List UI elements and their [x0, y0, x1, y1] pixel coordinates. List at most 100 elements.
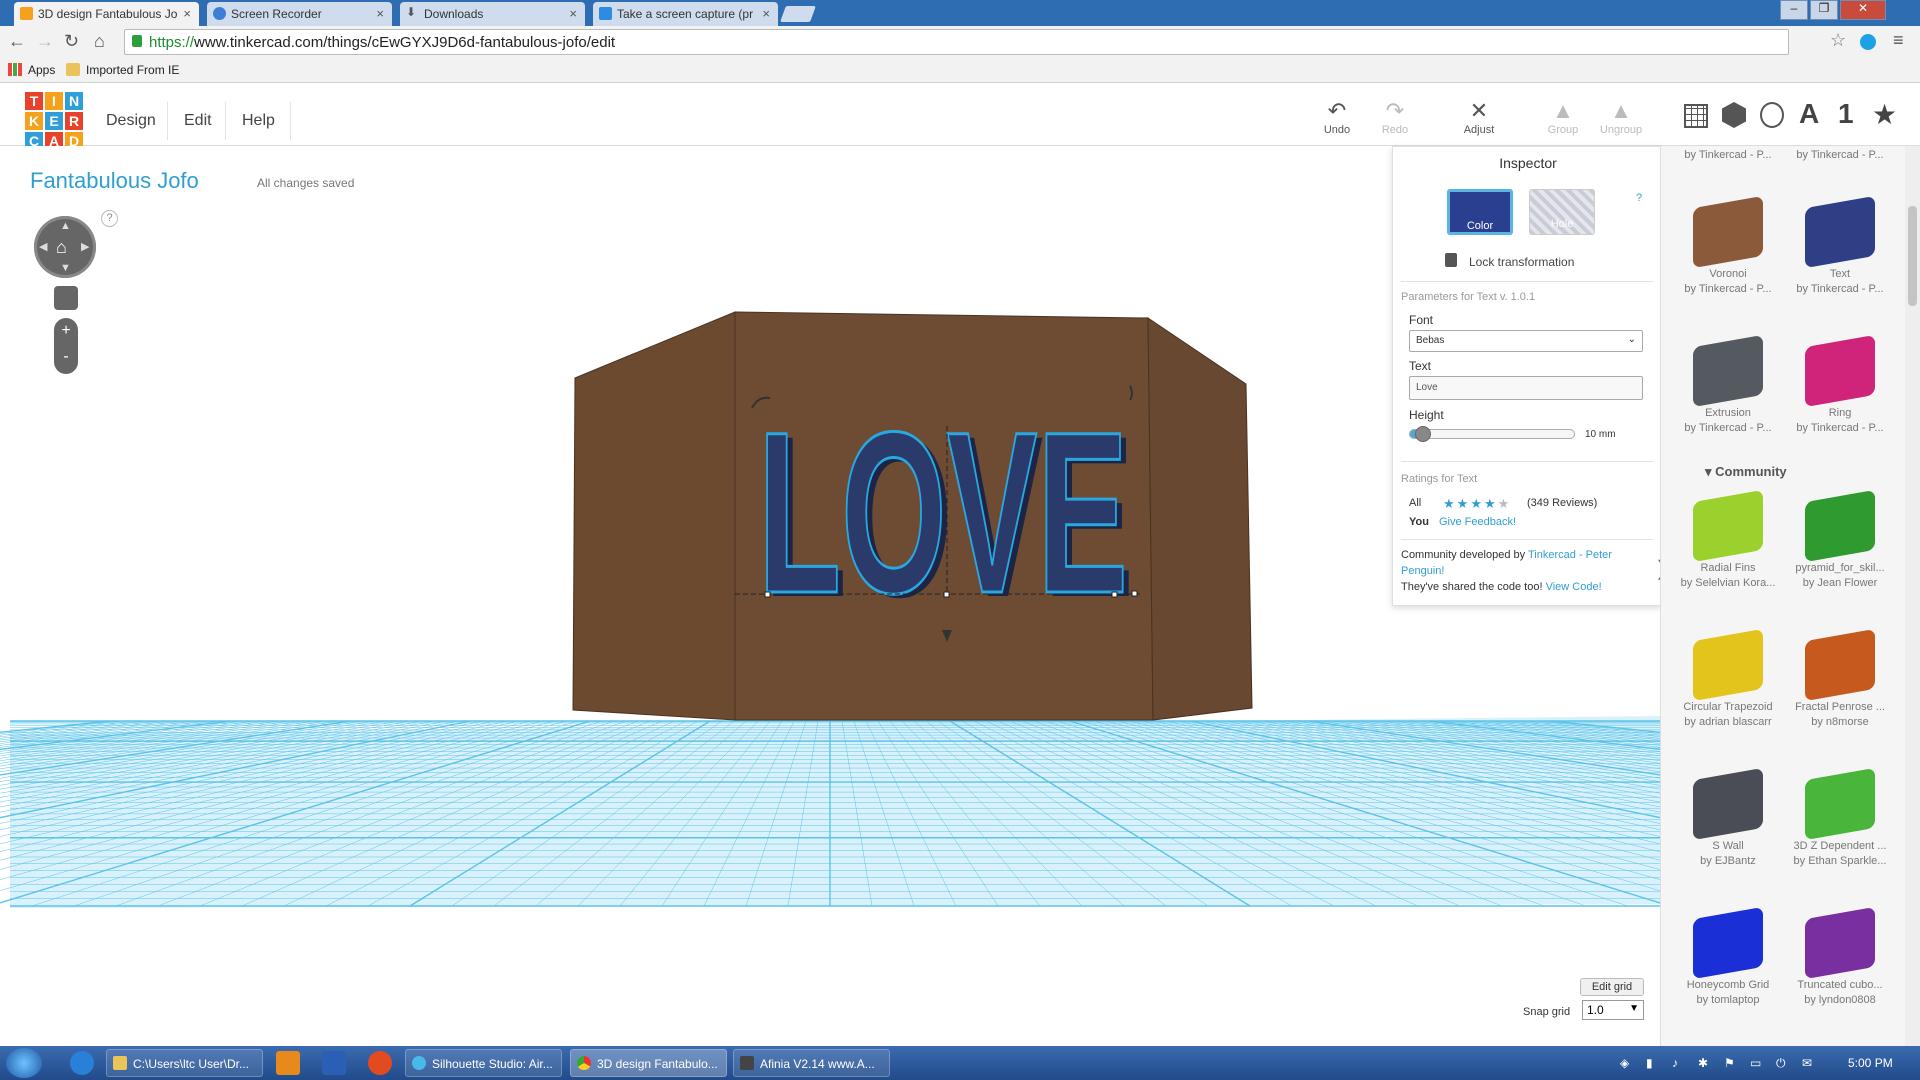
tinkercad-logo[interactable]: TINKERCAD [25, 92, 85, 152]
ungroup-button[interactable]: ▲ Ungroup [1594, 98, 1648, 136]
shape-item[interactable]: Text by Tinkercad - P... [1785, 195, 1895, 295]
menu-help[interactable]: Help [242, 112, 275, 130]
tab-tinkercad[interactable]: 3D design Fantabulous Jo × [14, 2, 199, 26]
forward-arrow-icon[interactable]: → [36, 31, 54, 52]
love-3d-text[interactable]: LOVE [757, 383, 1130, 643]
orbit-down-icon[interactable]: ▼ [60, 262, 71, 274]
redo-button[interactable]: ↷ Redo [1368, 98, 1422, 136]
new-tab-button[interactable] [780, 6, 816, 22]
grid-icon[interactable] [1684, 104, 1708, 128]
maximize-button[interactable]: ❐ [1810, 0, 1838, 20]
zoom-in-button[interactable]: + [54, 322, 78, 340]
resize-handle[interactable] [943, 591, 950, 598]
orbit-control[interactable]: ▲ ▼ ◀ ▶ ⌂ [34, 216, 96, 278]
orbit-up-icon[interactable]: ▲ [60, 220, 71, 232]
shape-item-partial[interactable]: by Tinkercad - P... [1785, 146, 1895, 161]
close-tab-icon[interactable]: × [376, 6, 384, 21]
star-filled-icon[interactable]: ★ [1470, 496, 1484, 511]
edit-grid-button[interactable]: Edit grid [1580, 978, 1644, 996]
shape-item[interactable]: Circular Trapezoid by adrian blascarr [1673, 628, 1783, 728]
resize-handle[interactable] [1111, 591, 1118, 598]
shape-item[interactable]: Voronoi by Tinkercad - P... [1673, 195, 1783, 295]
navigation-help-icon[interactable]: ? [101, 210, 118, 227]
tab-screen-capture[interactable]: Take a screen capture (pr × [593, 2, 778, 26]
bookmark-apps[interactable]: Apps [8, 63, 55, 77]
star-empty-icon[interactable]: ★ [1498, 496, 1512, 511]
reload-icon[interactable]: ↻ [64, 31, 79, 52]
battery-tray-icon[interactable]: ▭ [1750, 1056, 1761, 1070]
star-filled-icon[interactable]: ★ [1443, 496, 1457, 511]
minimize-button[interactable]: – [1780, 0, 1808, 20]
adjust-button[interactable]: ✕ Adjust [1452, 98, 1506, 136]
bookmark-imported[interactable]: Imported From IE [66, 63, 179, 77]
shape-item[interactable]: S Wall by EJBantz [1673, 767, 1783, 867]
scrollbar-thumb[interactable] [1908, 206, 1917, 306]
taskbar-afinia[interactable]: Afinia V2.14 www.A... [733, 1049, 890, 1077]
tab-screen-recorder[interactable]: Screen Recorder × [207, 2, 392, 26]
flag-tray-icon[interactable]: ⚑ [1724, 1056, 1735, 1070]
view-code-link[interactable]: View Code! [1546, 581, 1602, 593]
undo-button[interactable]: ↶ Undo [1310, 98, 1364, 136]
chat-tray-icon[interactable]: ✉ [1802, 1056, 1812, 1070]
orbit-left-icon[interactable]: ◀ [39, 240, 47, 253]
hole-button[interactable]: Hole [1529, 189, 1595, 235]
star-filled-icon[interactable]: ★ [1484, 496, 1498, 511]
bookmark-star-icon[interactable]: ☆ [1830, 30, 1846, 51]
close-tab-icon[interactable]: × [762, 6, 770, 21]
back-arrow-icon[interactable]: ← [8, 31, 26, 52]
menu-icon[interactable]: ≡ [1893, 30, 1904, 51]
menu-edit[interactable]: Edit [184, 112, 212, 130]
bluetooth-tray-icon[interactable]: ✱ [1698, 1056, 1708, 1070]
antivirus-tray-icon[interactable]: ◈ [1620, 1056, 1629, 1070]
shapes-scrollbar[interactable] [1905, 146, 1920, 1046]
shape-item[interactable]: Extrusion by Tinkercad - P... [1673, 334, 1783, 434]
volume-tray-icon[interactable]: ♪ [1672, 1056, 1678, 1070]
shape-item-partial[interactable]: by Tinkercad - P... [1673, 146, 1783, 161]
shape-item[interactable]: pyramid_for_skil... by Jean Flower [1785, 489, 1895, 589]
tab-downloads[interactable]: ⬇ Downloads × [400, 2, 585, 26]
home-icon[interactable]: ⌂ [94, 31, 105, 52]
text-icon[interactable]: A [1799, 98, 1819, 130]
inspector-help-icon[interactable]: ? [1636, 192, 1642, 204]
shape-item[interactable]: Radial Fins by Selelvian Kora... [1673, 489, 1783, 589]
star-icon[interactable]: ★ [1872, 98, 1897, 131]
shape-item[interactable]: Fractal Penrose ... by n8morse [1785, 628, 1895, 728]
taskbar-silhouette[interactable]: Silhouette Studio: Air... [405, 1049, 562, 1077]
brown-box-right-face[interactable] [1147, 317, 1253, 721]
menu-design[interactable]: Design [106, 112, 156, 130]
font-select[interactable]: Bebas ⌄ [1409, 330, 1643, 352]
number-icon[interactable]: 1 [1838, 98, 1854, 130]
power-tray-icon[interactable]: ⏻ [1776, 1056, 1786, 1071]
design-title[interactable]: Fantabulous Jofo [30, 168, 199, 194]
color-button[interactable]: Color [1447, 189, 1513, 235]
internet-explorer-icon[interactable] [70, 1051, 94, 1075]
skype-icon[interactable] [1860, 34, 1876, 50]
zoom-out-button[interactable]: - [54, 348, 78, 366]
resize-handle[interactable] [1131, 590, 1138, 597]
close-window-button[interactable]: ✕ [1840, 0, 1886, 20]
firefox-icon[interactable] [368, 1051, 392, 1075]
system-clock[interactable]: 5:00 PM [1848, 1056, 1893, 1070]
group-button[interactable]: ▲ Group [1536, 98, 1590, 136]
address-bar[interactable]: https://www.tinkercad.com/things/cEwGYXJ… [124, 29, 1789, 55]
star-filled-icon[interactable]: ★ [1457, 496, 1471, 511]
brown-box-left-face[interactable] [572, 311, 736, 721]
shape-item[interactable]: Honeycomb Grid by tomlaptop [1673, 906, 1783, 1006]
start-button[interactable] [6, 1048, 42, 1078]
height-slider[interactable] [1409, 426, 1575, 442]
orbit-right-icon[interactable]: ▶ [81, 240, 89, 253]
taskbar-chrome[interactable]: 3D design Fantabulo... [570, 1049, 727, 1077]
height-slider-thumb[interactable] [1414, 426, 1431, 442]
shape-item[interactable]: Truncated cubo... by lyndon0808 [1785, 906, 1895, 1006]
close-tab-icon[interactable]: × [569, 6, 577, 21]
text-input[interactable]: Love [1409, 376, 1643, 400]
network-tray-icon[interactable]: ▮ [1646, 1056, 1653, 1070]
fit-view-button[interactable] [54, 286, 78, 310]
wireframe-icon[interactable] [1760, 102, 1784, 128]
community-section-header[interactable]: ▾ Community [1705, 464, 1787, 480]
shape-item[interactable]: 3D Z Dependent ... by Ethan Sparkle... [1785, 767, 1895, 867]
give-feedback-link[interactable]: Give Feedback! [1439, 516, 1516, 528]
resize-handle[interactable] [764, 591, 771, 598]
lock-transformation-toggle[interactable]: Lock transformation [1445, 253, 1574, 269]
review-count[interactable]: (349 Reviews) [1527, 497, 1597, 509]
